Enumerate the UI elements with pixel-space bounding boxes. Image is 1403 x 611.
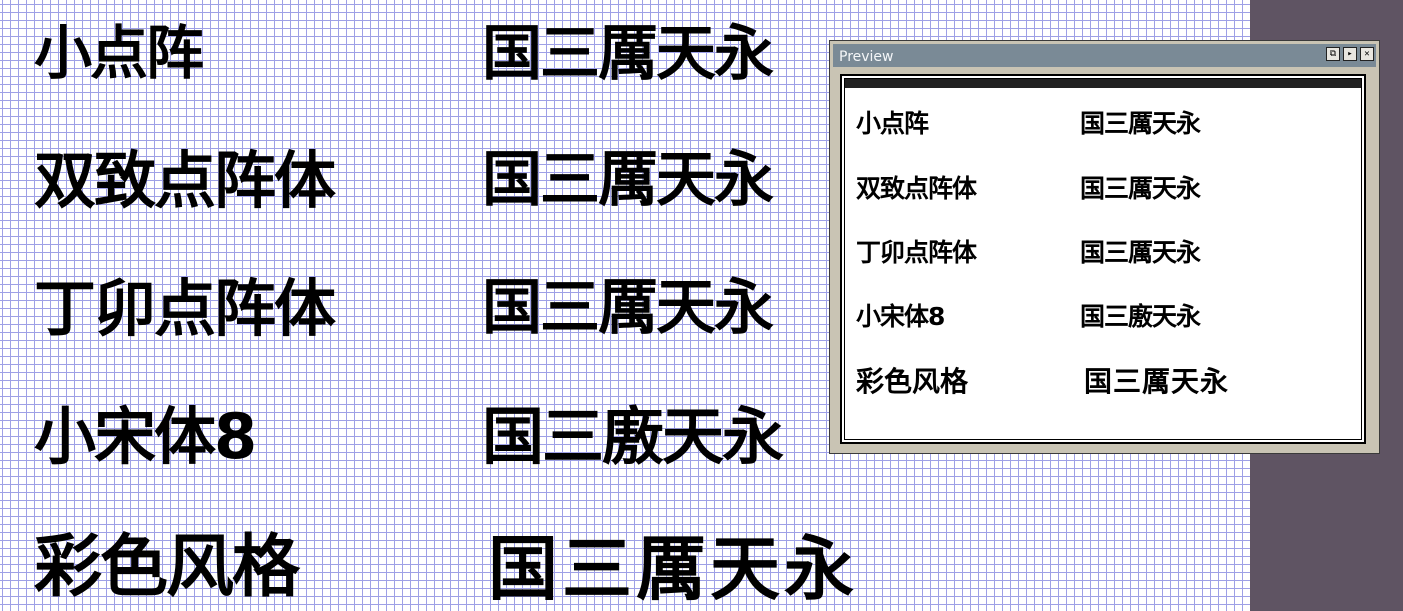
expand-arrow-icon[interactable]: ▸ [1343, 47, 1357, 61]
font-sample-text: 国三厲天永 [482, 273, 774, 343]
preview-font-name: 双致点阵体 [856, 174, 977, 203]
font-name-label: 丁卯点阵体 [34, 272, 336, 345]
preview-font-sample: 国三厲天永 [1080, 238, 1201, 267]
preview-panel: 小点阵 国三厲天永 双致点阵体 国三厲天永 丁卯点阵体 国三厲天永 小宋体8 国… [840, 74, 1366, 444]
font-name-label: 小宋体8 [34, 400, 257, 473]
preview-font-name: 小宋体8 [856, 302, 945, 331]
restore-icon[interactable]: ⧉ [1326, 47, 1340, 61]
close-icon[interactable]: ✕ [1360, 47, 1374, 61]
font-sample-text: 国三廒天永 [482, 400, 784, 473]
preview-titlebar[interactable]: Preview ⧉ ▸ ✕ [833, 44, 1376, 67]
preview-font-name: 小点阵 [856, 109, 929, 138]
font-name-label: 彩色风格 [34, 528, 300, 607]
preview-font-sample: 国三厲天永 [1084, 365, 1230, 398]
preview-top-bar [845, 79, 1361, 88]
preview-font-sample: 国三厲天永 [1080, 109, 1201, 138]
preview-window[interactable]: Preview ⧉ ▸ ✕ 小点阵 国三厲天永 双致点阵体 国三厲天永 丁卯点阵… [829, 40, 1380, 454]
preview-content: 小点阵 国三厲天永 双致点阵体 国三厲天永 丁卯点阵体 国三厲天永 小宋体8 国… [844, 78, 1362, 440]
preview-font-name: 彩色风格 [856, 365, 969, 398]
preview-font-sample: 国三厲天永 [1080, 174, 1201, 203]
font-sample-text: 国三厲天永 [482, 145, 774, 215]
font-name-label: 双致点阵体 [34, 144, 336, 217]
preview-font-name: 丁卯点阵体 [856, 238, 977, 267]
font-sample-text: 国三厲天永 [488, 528, 858, 610]
font-sample-text: 国三厲天永 [482, 19, 774, 89]
preview-title: Preview [839, 49, 894, 65]
font-name-label: 小点阵 [34, 19, 204, 87]
preview-font-sample: 国三廒天永 [1080, 302, 1201, 331]
